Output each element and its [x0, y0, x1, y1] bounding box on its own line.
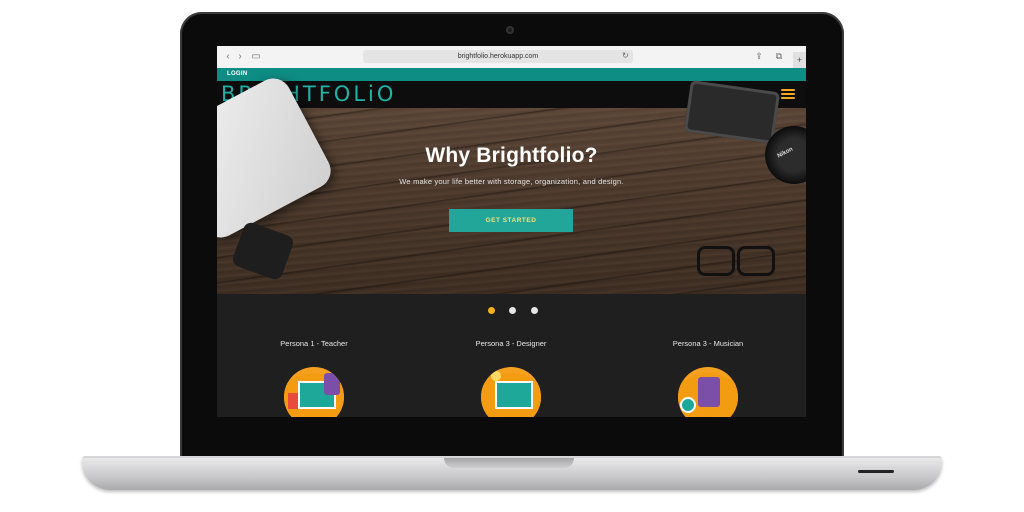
hamburger-menu-icon[interactable] — [781, 89, 795, 100]
monitor-icon — [495, 381, 533, 409]
glasses-lens — [737, 246, 775, 276]
hero-title: Why Brightfolio? — [425, 144, 598, 167]
top-login-bar: LOGIN — [217, 68, 806, 81]
hero-pouch-image — [230, 220, 296, 282]
hero-glasses-image — [695, 240, 775, 280]
menu-line — [781, 93, 795, 95]
plus-icon[interactable]: + — [793, 52, 806, 68]
glasses-lens — [697, 246, 735, 276]
equalizer-icon — [698, 377, 720, 407]
laptop-screen: ‹ › ▭ brightfolio.herokuapp.com ↻ ⇪ ⧉ + … — [217, 46, 806, 417]
reload-icon[interactable]: ↻ — [622, 51, 629, 60]
music-note-icon — [680, 397, 696, 413]
login-link[interactable]: LOGIN — [227, 68, 248, 81]
tabs-icon[interactable]: ⧉ — [773, 50, 785, 62]
persona-card-designer[interactable]: Persona 3 - Designer — [416, 339, 606, 417]
teacher-illustration — [284, 367, 344, 417]
persona-title: Persona 3 - Musician — [672, 339, 744, 348]
address-bar[interactable]: brightfolio.herokuapp.com — [363, 50, 633, 63]
menu-line — [781, 97, 795, 99]
persona-title: Persona 3 - Designer — [475, 339, 547, 348]
laptop-led — [858, 470, 894, 473]
menu-line — [781, 89, 795, 91]
get-started-button[interactable]: GET STARTED — [449, 209, 573, 232]
webcam-icon — [506, 26, 514, 34]
hero-subtitle: We make your life better with storage, o… — [399, 177, 624, 186]
designer-illustration — [481, 367, 541, 417]
carousel-dot-1[interactable] — [488, 307, 495, 314]
book-icon — [288, 393, 298, 409]
carousel-dot-3[interactable] — [530, 307, 538, 314]
persona-card-teacher[interactable]: Persona 1 - Teacher — [219, 339, 409, 417]
hero-banner: Nikon Why Brightfolio? We make your life… — [217, 72, 806, 294]
musician-illustration — [678, 367, 738, 417]
hero-camera-image — [683, 79, 781, 145]
carousel-indicators — [488, 301, 548, 314]
carousel-dot-2[interactable] — [509, 307, 517, 314]
sidebar-icon[interactable]: ▭ — [251, 51, 261, 62]
persona-card-musician[interactable]: Persona 3 - Musician — [613, 339, 803, 417]
browser-toolbar: ‹ › ▭ brightfolio.herokuapp.com ↻ ⇪ ⧉ + — [217, 46, 806, 69]
share-icon[interactable]: ⇪ — [753, 50, 765, 62]
url-text: brightfolio.herokuapp.com — [457, 53, 539, 60]
notebook-icon — [324, 373, 340, 395]
persona-title: Persona 1 - Teacher — [280, 339, 348, 348]
chevron-left-icon[interactable]: ‹ — [223, 51, 233, 62]
chevron-right-icon[interactable]: › — [235, 51, 245, 62]
laptop-notch — [444, 458, 574, 468]
lightbulb-icon — [491, 371, 501, 381]
